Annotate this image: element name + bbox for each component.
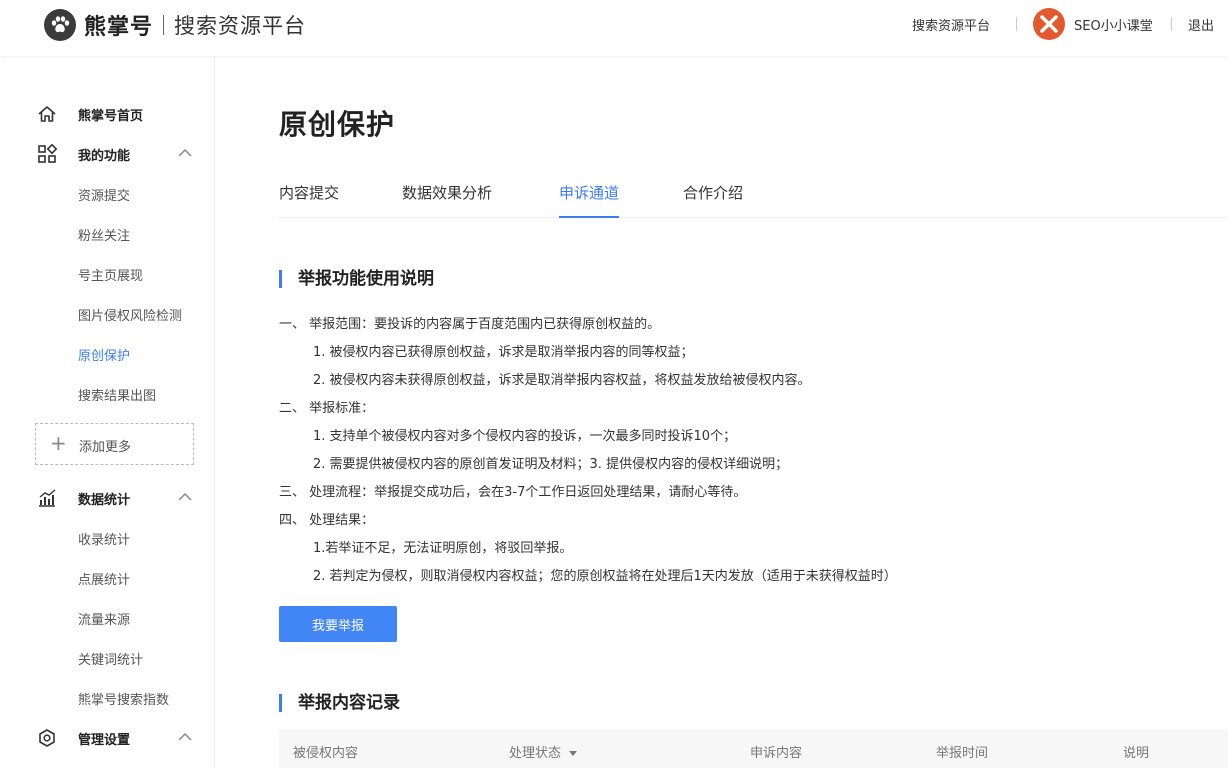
instruction-line: 1. 被侵权内容已获得原创权益，诉求是取消举报内容的同等权益； (313, 345, 694, 360)
instruction-line: 1.若举证不足，无法证明原创，将驳回举报。 (313, 541, 573, 556)
header-separator (1171, 17, 1172, 31)
sidebar-item-index-stats[interactable]: 收录统计 (78, 529, 130, 548)
platform-link[interactable]: 搜索资源平台 (912, 15, 990, 34)
sidebar-item-traffic-source[interactable]: 流量来源 (78, 609, 130, 628)
tab-appeal-channel[interactable]: 申诉通道 (559, 182, 620, 218)
sidebar-group-data-stats[interactable]: 数据统计 (0, 484, 215, 512)
logo[interactable]: 熊掌号 搜索资源平台 (44, 8, 306, 42)
instruction-line: 四、 处理结果： (279, 513, 375, 528)
sidebar-item-image-infringement[interactable]: 图片侵权风险检测 (78, 305, 182, 324)
logout-link[interactable]: 退出 (1188, 15, 1214, 34)
add-more-button[interactable]: + 添加更多 (35, 423, 194, 465)
sidebar-item-resource-submit[interactable]: 资源提交 (78, 185, 130, 204)
tab-bar: 内容提交 数据效果分析 申诉通道 合作介绍 (279, 170, 1228, 218)
column-header: 申诉内容 (750, 746, 803, 761)
instruction-line: 一、 举报范围：要投诉的内容属于百度范围内已获得原创权益的。 (279, 317, 661, 332)
avatar[interactable] (1033, 8, 1065, 40)
plus-icon: + (50, 431, 67, 455)
sidebar-item-search-image[interactable]: 搜索结果出图 (78, 385, 156, 404)
instruction-line: 2. 若判定为侵权，则取消侵权内容权益；您的原创权益将在处理后1天内发放（适用于… (313, 569, 897, 584)
instruction-line: 三、 处理流程：举报提交成功后，会在3-7个工作日返回处理结果，请耐心等待。 (279, 485, 747, 500)
column-header-status[interactable]: 处理状态 (509, 742, 578, 761)
logo-divider (163, 15, 165, 35)
header-separator (1016, 17, 1017, 31)
column-header: 举报时间 (936, 746, 989, 761)
chart-icon (39, 489, 56, 507)
brand-name: 熊掌号 (84, 15, 154, 40)
instruction-line: 2. 被侵权内容未获得原创权益，诉求是取消举报内容权益，将权益发放给被侵权内容。 (313, 373, 811, 388)
home-icon (38, 106, 56, 122)
sidebar-item-impression-stats[interactable]: 点展统计 (78, 569, 130, 588)
avatar-x-icon (1040, 15, 1058, 33)
grid-icon (38, 144, 57, 163)
sort-caret-icon[interactable] (569, 751, 578, 756)
top-header: 熊掌号 搜索资源平台 搜索资源平台 SEO小小课堂 退出 (0, 0, 1228, 56)
paw-icon (44, 9, 76, 41)
sidebar-group-label: 数据统计 (78, 492, 131, 508)
column-header: 被侵权内容 (293, 746, 359, 761)
sidebar-item-fans[interactable]: 粉丝关注 (78, 225, 130, 244)
sidebar-item-original-protection[interactable]: 原创保护 (78, 345, 130, 364)
tab-content-submit[interactable]: 内容提交 (279, 182, 339, 218)
sidebar-item-label: 熊掌号首页 (78, 108, 144, 124)
add-more-label: 添加更多 (79, 440, 132, 455)
tab-data-analysis[interactable]: 数据效果分析 (402, 182, 492, 218)
section-title-instructions: 举报功能使用说明 (279, 270, 434, 288)
sidebar-item-keyword-stats[interactable]: 关键词统计 (78, 649, 143, 668)
report-button[interactable]: 我要举报 (279, 606, 397, 642)
settings-icon (39, 729, 55, 747)
page-title: 原创保护 (279, 108, 396, 141)
records-table-header: 被侵权内容 处理状态 申诉内容 举报时间 说明 (279, 729, 1228, 768)
sidebar-item-home[interactable]: 熊掌号首页 (0, 100, 215, 128)
instruction-line: 2. 需要提供被侵权内容的原创首发证明及材料；3. 提供侵权内容的侵权详细说明； (313, 457, 789, 472)
chevron-up-icon[interactable] (178, 148, 192, 158)
sidebar-group-label: 管理设置 (78, 732, 131, 748)
sidebar-item-search-index[interactable]: 熊掌号搜索指数 (78, 689, 169, 708)
brand-subtitle: 搜索资源平台 (174, 14, 307, 38)
chevron-up-icon[interactable] (178, 492, 192, 502)
sidebar-group-my-functions[interactable]: 我的功能 (0, 140, 215, 168)
chevron-up-icon[interactable] (178, 732, 192, 742)
username[interactable]: SEO小小课堂 (1074, 15, 1153, 34)
section-title-records: 举报内容记录 (279, 694, 400, 712)
instruction-line: 1. 支持单个被侵权内容对多个侵权内容的投诉，一次最多同时投诉10个； (313, 429, 737, 444)
tab-cooperation[interactable]: 合作介绍 (683, 182, 743, 218)
sidebar: 熊掌号首页 我的功能 资源提交 粉丝关注 号主页展现 图片侵权风险检测 原创保护… (0, 56, 215, 768)
sidebar-group-label: 我的功能 (78, 148, 131, 164)
instruction-line: 二、 举报标准： (279, 401, 375, 416)
sidebar-group-settings[interactable]: 管理设置 (0, 724, 215, 752)
column-header: 说明 (1123, 746, 1150, 761)
sidebar-item-homepage-display[interactable]: 号主页展现 (78, 265, 143, 284)
